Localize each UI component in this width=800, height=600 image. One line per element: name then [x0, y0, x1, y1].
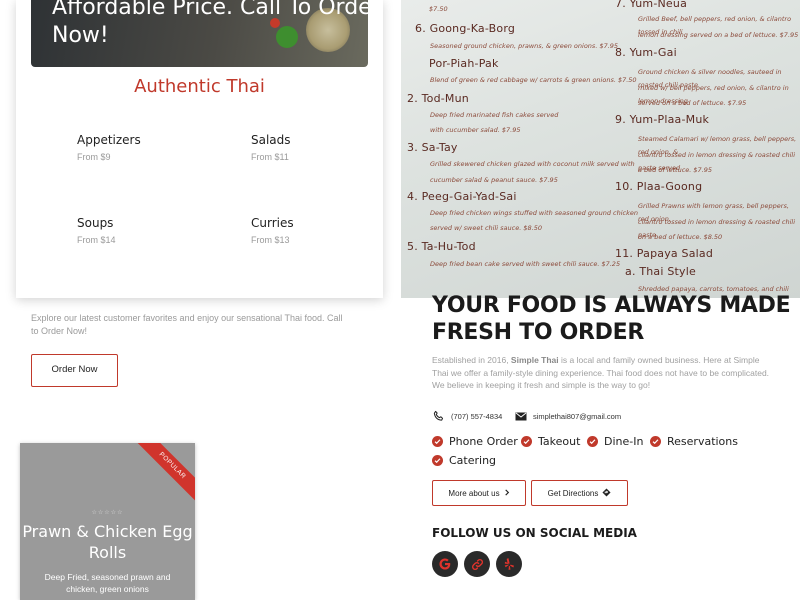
phone-icon: [432, 410, 445, 423]
popular-badge: POPULAR: [134, 443, 195, 504]
phone-contact[interactable]: (707) 557-4834: [432, 409, 502, 423]
email-address[interactable]: simplethai807@gmail.com: [533, 412, 621, 421]
chevron-right-icon: [504, 488, 510, 498]
category-name[interactable]: Appetizers: [77, 133, 217, 147]
get-directions-button[interactable]: Get Directions: [531, 480, 628, 506]
check-icon: [521, 436, 532, 447]
hero-heading-line1: Affordable Price. Call To Order: [52, 0, 368, 20]
category-salads[interactable]: Salads From $11: [251, 133, 391, 162]
menu-item-title: a. Thai Style: [625, 265, 696, 278]
section-title: Authentic Thai: [134, 76, 265, 97]
social-heading: FOLLOW US ON SOCIAL MEDIA: [432, 526, 637, 540]
menu-item-desc: Blend of green & red cabbage w/ carrots …: [430, 76, 637, 84]
menu-item-title: 3. Sa-Tay: [407, 141, 458, 154]
menu-item-title: 11. Papaya Salad: [615, 247, 714, 260]
category-name[interactable]: Curries: [251, 216, 391, 230]
phone-number[interactable]: (707) 557-4834: [451, 412, 502, 421]
about-headline: YOUR FOOD IS ALWAYS MADE FRESH TO ORDER: [432, 293, 791, 345]
dish-description: Deep Fried, seasoned prawn and chicken, …: [44, 572, 171, 594]
menu-item-desc: lemon dressing served on a bed of lettuc…: [638, 31, 799, 39]
dish-title[interactable]: Prawn & Chicken Egg Rolls: [20, 521, 195, 563]
category-appetizers[interactable]: Appetizers From $9: [77, 133, 217, 162]
service-item: Dine-In: [587, 435, 643, 448]
category-price: From $9: [77, 152, 111, 162]
menu-photo: $7.50 6. Goong-Ka-Borg Seasoned ground c…: [401, 0, 800, 298]
menu-item-desc: Deep fried bean cake served with sweet c…: [430, 260, 621, 268]
promo-card: Affordable Price. Call To Order Now! Aut…: [16, 0, 383, 298]
menu-item-title: 8. Yum-Gai: [615, 46, 677, 59]
service-label: Reservations: [667, 435, 738, 448]
menu-item-desc: a bed of lettuce. $7.95: [638, 166, 713, 174]
check-icon: [587, 436, 598, 447]
more-about-us-button[interactable]: More about us: [432, 480, 526, 506]
directions-icon: [602, 487, 611, 499]
menu-item-desc: with cucumber salad. $7.95: [430, 126, 521, 134]
rating-stars: ☆☆☆☆☆: [91, 510, 124, 516]
service-item: Catering: [432, 454, 496, 467]
about-text: Established in 2016, Simple Thai is a lo…: [432, 354, 777, 392]
category-name[interactable]: Salads: [251, 133, 391, 147]
about-text-start: Established in 2016,: [432, 355, 511, 365]
service-item: Reservations: [650, 435, 738, 448]
service-label: Phone Order: [449, 435, 518, 448]
service-label: Takeout: [538, 435, 581, 448]
menu-item-desc: served w/ sweet chili sauce. $8.50: [430, 224, 542, 232]
menu-item-title: 5. Ta-Hu-Tod: [407, 240, 476, 253]
check-icon: [650, 436, 661, 447]
menu-item-title: 10. Plaa-Goong: [615, 180, 703, 193]
menu-item-desc: Grilled skewered chicken glazed with coc…: [430, 160, 635, 168]
menu-item-desc: Seasoned ground chicken, prawns, & green…: [430, 42, 619, 50]
check-icon: [432, 436, 443, 447]
service-label: Dine-In: [604, 435, 644, 448]
featured-dish-card[interactable]: POPULAR ☆☆☆☆☆ Prawn & Chicken Egg Rolls …: [20, 443, 195, 600]
get-directions-label[interactable]: Get Directions: [548, 489, 599, 498]
menu-price: $7.50: [429, 5, 448, 13]
menu-item-desc: Deep fried chicken wings stuffed with se…: [430, 209, 638, 217]
menu-item-title: 6. Goong-Ka-Borg: [415, 22, 516, 35]
category-price: From $11: [251, 152, 289, 162]
category-price: From $13: [251, 235, 290, 245]
menu-item-title: 7. Yum-Neua: [615, 0, 688, 10]
menu-item-desc: cucumber salad & peanut sauce. $7.95: [430, 176, 558, 184]
link-icon[interactable]: [464, 551, 490, 577]
category-name[interactable]: Soups: [77, 216, 217, 230]
category-price: From $14: [77, 235, 116, 245]
menu-item-title: 2. Tod-Mun: [407, 92, 469, 105]
category-curries[interactable]: Curries From $13: [251, 216, 391, 245]
yelp-icon[interactable]: [496, 551, 522, 577]
menu-item-title: Por-Piah-Pak: [429, 57, 499, 70]
menu-item-desc: on a bed of lettuce. $8.50: [638, 233, 723, 241]
service-item: Takeout: [521, 435, 580, 448]
brand-name: Simple Thai: [510, 355, 559, 365]
hero-heading-line2: Now!: [52, 23, 109, 48]
check-icon: [432, 455, 443, 466]
category-soups[interactable]: Soups From $14: [77, 216, 217, 245]
hero-banner: Affordable Price. Call To Order Now!: [31, 0, 368, 67]
order-now-button[interactable]: Order Now: [31, 354, 118, 387]
intro-text: Explore our latest customer favorites an…: [31, 313, 343, 336]
google-icon[interactable]: [432, 551, 458, 577]
service-item: Phone Order: [432, 435, 518, 448]
menu-item-title: 9. Yum-Plaa-Muk: [615, 113, 710, 126]
email-contact[interactable]: simplethai807@gmail.com: [515, 409, 621, 423]
more-about-us-label[interactable]: More about us: [448, 489, 499, 498]
service-label: Catering: [449, 454, 497, 467]
menu-item-desc: Deep fried marinated fish cakes served: [430, 111, 559, 119]
email-icon: [515, 411, 527, 422]
menu-item-title: 4. Peeg-Gai-Yad-Sai: [407, 190, 517, 203]
menu-item-desc: served on a bed of lettuce. $7.95: [638, 99, 747, 107]
hero-heading: Affordable Price. Call To Order Now!: [52, 0, 368, 50]
